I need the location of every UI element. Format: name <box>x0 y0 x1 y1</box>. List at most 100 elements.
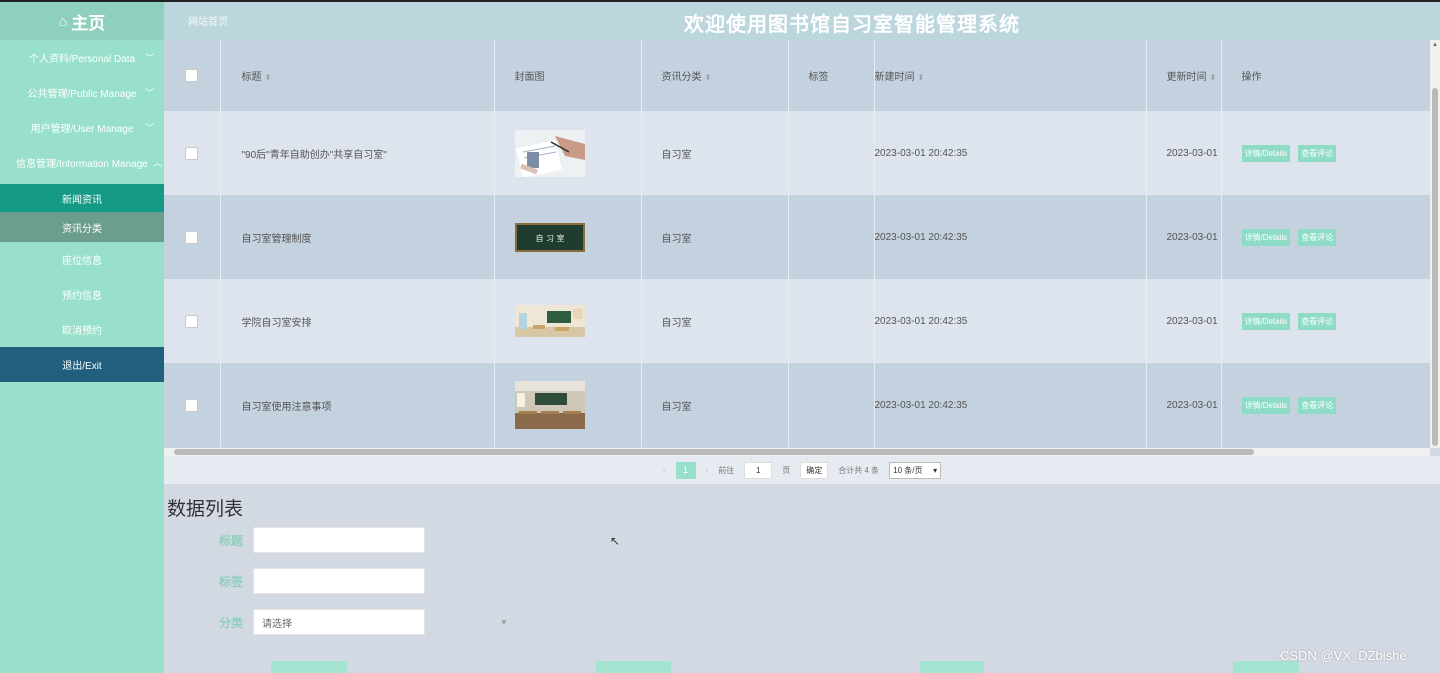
bottom-action-button-3[interactable] <box>920 661 984 673</box>
menu-label: 信息管理/Information Manage <box>16 159 148 170</box>
row-select-cell <box>164 195 221 279</box>
cover-board-text: 自 习 室 <box>535 233 564 243</box>
cover-image[interactable]: 自 习 室 <box>514 222 585 252</box>
chevron-up-icon: ︿ <box>152 158 162 168</box>
total-count: 合计共 4 条 <box>838 465 880 475</box>
view-comments-button[interactable]: 查看评论 <box>1298 228 1337 246</box>
menu-user-manage[interactable]: 用户管理/User Manage ﹀ <box>0 110 164 145</box>
row-category: 自习室 <box>641 363 789 447</box>
scrollbar-thumb[interactable] <box>1432 88 1438 446</box>
row-cover <box>494 279 642 363</box>
site-home-link[interactable]: 网站首页 <box>188 13 228 28</box>
row-checkbox[interactable] <box>185 398 198 412</box>
home-button[interactable]: ⌂ 主页 <box>0 2 164 40</box>
system-title: 欢迎使用图书馆自习室智能管理系统 <box>684 14 1020 36</box>
row-title: "90后"青年自助创办"共享自习室" <box>220 111 495 195</box>
row-cover <box>494 363 642 447</box>
view-comments-button[interactable]: 查看评论 <box>1298 144 1337 162</box>
menu-information-manage[interactable]: 信息管理/Information Manage ︿ <box>0 145 164 180</box>
sub-item-cancel-booking[interactable]: 取消预约 <box>0 312 164 347</box>
row-created: 2023-03-01 20:42:35 <box>874 279 1147 363</box>
horizontal-scrollbar[interactable] <box>164 448 1430 456</box>
tag-input[interactable] <box>253 568 425 594</box>
header-created[interactable]: 新建时间 ⬍ <box>874 40 1147 111</box>
menu-label: 个人资料/Personal Data <box>28 54 136 65</box>
header-updated[interactable]: 更新时间 ⬍ <box>1146 40 1222 111</box>
row-tags <box>788 279 875 363</box>
header-label: 封面图 <box>514 72 545 83</box>
next-page-icon[interactable]: › <box>706 466 709 475</box>
exit-button[interactable]: 退出/Exit <box>0 347 164 382</box>
category-label: 分类 <box>218 615 243 630</box>
row-title: 自习室使用注意事项 <box>220 363 495 447</box>
details-button[interactable]: 详情/Details <box>1241 396 1291 414</box>
category-select[interactable]: 请选择 <box>253 609 425 635</box>
sort-icon[interactable]: ⬍ <box>918 73 925 82</box>
sort-icon[interactable]: ⬍ <box>1210 73 1217 82</box>
chevron-down-icon: ▾ <box>933 465 938 475</box>
select-all-checkbox[interactable] <box>185 69 198 82</box>
page-size-select[interactable]: 10 条/页 ▾ <box>889 461 942 479</box>
row-tags <box>788 111 875 195</box>
sub-item-seat-info[interactable]: 座位信息 <box>0 242 164 277</box>
goto-page-input[interactable]: 1 <box>744 461 773 479</box>
prev-page-icon[interactable]: ‹ <box>663 466 666 475</box>
bottom-action-button-2[interactable] <box>596 661 671 673</box>
chevron-down-icon[interactable]: ▼ <box>500 618 508 627</box>
cover-image[interactable] <box>514 381 585 429</box>
menu-public-manage[interactable]: 公共管理/Public Manage ﹀ <box>0 75 164 110</box>
bottom-action-button-1[interactable] <box>271 661 347 673</box>
row-select-cell <box>164 363 221 447</box>
header-title[interactable]: 标题 ⬍ <box>220 40 495 111</box>
header-label: 更新时间 <box>1166 72 1207 83</box>
view-comments-button[interactable]: 查看评论 <box>1298 312 1337 330</box>
goto-label: 前往 <box>718 465 735 475</box>
cover-image[interactable] <box>514 305 585 337</box>
details-button[interactable]: 详情/Details <box>1241 144 1291 162</box>
table-row: "90后"青年自助创办"共享自习室" 自习室 2023-03-01 20:42:… <box>164 111 1430 195</box>
page-unit-label: 页 <box>782 465 791 475</box>
view-comments-button[interactable]: 查看评论 <box>1298 396 1337 414</box>
row-category: 自习室 <box>641 195 789 279</box>
row-ops: 详情/Details 查看评论 <box>1221 279 1430 363</box>
details-button[interactable]: 详情/Details <box>1241 312 1291 330</box>
row-updated: 2023-03-01 <box>1146 279 1222 363</box>
form-row-tag: 标签 <box>164 568 425 594</box>
header-select-all[interactable] <box>164 40 221 111</box>
row-checkbox[interactable] <box>185 314 198 328</box>
sub-item-booking-info[interactable]: 预约信息 <box>0 277 164 312</box>
row-title: 学院自习室安排 <box>220 279 495 363</box>
row-checkbox[interactable] <box>185 146 198 160</box>
title-input[interactable] <box>253 527 425 553</box>
menu-personal-data[interactable]: 个人资料/Personal Data ﹀ <box>0 40 164 75</box>
header-label: 资讯分类 <box>661 72 702 83</box>
row-select-cell <box>164 279 221 363</box>
chevron-down-icon: ﹀ <box>144 123 154 133</box>
header-cover: 封面图 <box>494 40 642 111</box>
menu-label: 用户管理/User Manage <box>30 124 134 135</box>
sort-icon[interactable]: ⬍ <box>265 73 272 82</box>
scroll-up-icon[interactable]: ▲ <box>1432 42 1438 48</box>
scrollbar-thumb[interactable] <box>174 449 1254 455</box>
row-created: 2023-03-01 20:42:35 <box>874 195 1147 279</box>
row-created: 2023-03-01 20:42:35 <box>874 111 1147 195</box>
row-checkbox[interactable] <box>185 230 198 244</box>
row-updated: 2023-03-01 <box>1146 195 1222 279</box>
sub-item-news-category[interactable]: 资讯分类 <box>0 212 164 242</box>
home-label: 主页 <box>71 13 106 33</box>
watermark: CSDN @VX_DZbishe <box>1280 648 1407 663</box>
row-ops: 详情/Details 查看评论 <box>1221 363 1430 447</box>
row-category: 自习室 <box>641 279 789 363</box>
sub-item-news[interactable]: 新闻资讯 <box>0 184 164 212</box>
cover-image[interactable] <box>514 129 585 177</box>
page-number[interactable]: 1 <box>675 461 696 479</box>
news-table: 标题 ⬍ 封面图 资讯分类 ⬍ 标签 新建时间 ⬍ 更新时间 ⬍ 操作 "90后"青年自… <box>164 40 1430 447</box>
header-label: 操作 <box>1241 72 1262 83</box>
vertical-scrollbar[interactable]: ▲ <box>1430 40 1440 448</box>
details-button[interactable]: 详情/Details <box>1241 228 1291 246</box>
page-size-value: 10 条/页 <box>893 465 923 475</box>
header-category[interactable]: 资讯分类 ⬍ <box>641 40 789 111</box>
row-category: 自习室 <box>641 111 789 195</box>
sort-icon[interactable]: ⬍ <box>705 73 712 82</box>
confirm-page-button[interactable]: 确定 <box>800 461 829 479</box>
